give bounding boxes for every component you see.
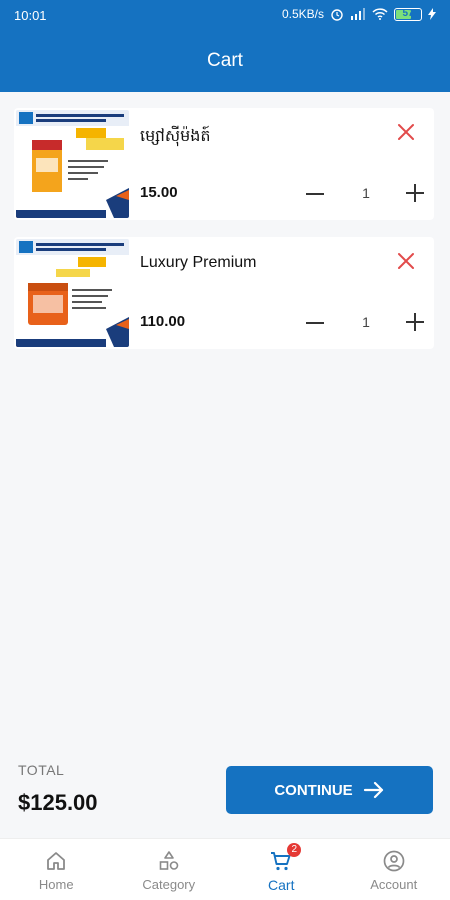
decrease-quantity-button[interactable] [304, 313, 326, 333]
account-icon [383, 850, 405, 872]
status-icons: 0.5KB/s 57 [282, 7, 436, 21]
wifi-icon [372, 8, 388, 20]
product-image[interactable] [16, 110, 129, 218]
nav-label-category: Category [142, 877, 196, 892]
close-icon [398, 253, 414, 269]
product-name: Luxury Premium [140, 254, 257, 271]
category-icon [159, 851, 179, 870]
minus-icon [306, 193, 324, 195]
minus-icon [306, 322, 324, 324]
nav-item-category[interactable]: Category [113, 839, 226, 900]
product-name: ម្សៅស៊ីម៉ងត៍ [140, 128, 211, 145]
decrease-quantity-button[interactable] [304, 184, 326, 204]
nav-label-home: Home [38, 877, 74, 892]
plus-icon [406, 184, 424, 202]
nav-label-account: Account [370, 877, 418, 892]
cart-item: Luxury Premium 110.00 1 [14, 237, 434, 349]
nav-item-cart[interactable]: 2 Cart [225, 839, 338, 900]
quantity-value: 1 [362, 185, 370, 201]
product-image[interactable] [16, 239, 129, 347]
nav-label-cart: Cart [268, 877, 295, 893]
page-title: Cart [207, 50, 243, 71]
product-image-paint [16, 239, 129, 347]
alarm-icon [331, 9, 343, 21]
nav-item-account[interactable]: Account [338, 839, 450, 900]
product-image-cement [16, 110, 129, 218]
app-bar: Cart [0, 30, 450, 92]
product-price: 15.00 [140, 184, 178, 201]
increase-quantity-button[interactable] [404, 182, 426, 204]
arrow-right-icon [363, 781, 383, 799]
bottom-navigation: Home Category 2 Cart Account [0, 838, 450, 900]
cart-count-badge: 2 [287, 843, 302, 857]
remove-item-button[interactable] [394, 120, 418, 144]
continue-label: CONTINUE [274, 781, 353, 799]
total-label: TOTAL [18, 762, 65, 778]
plus-icon [406, 313, 424, 331]
signal-icon [351, 8, 365, 20]
home-icon [47, 852, 66, 870]
nav-item-home[interactable]: Home [0, 839, 113, 900]
close-icon [398, 124, 414, 140]
quantity-value: 1 [362, 314, 370, 330]
continue-button[interactable]: CONTINUE [226, 766, 433, 814]
remove-item-button[interactable] [394, 249, 418, 273]
total-value: $125.00 [18, 790, 98, 815]
battery-icon: 57 [394, 7, 422, 21]
battery-level: 57 [402, 7, 414, 19]
product-price: 110.00 [140, 313, 186, 330]
status-bar: 10:01 0.5KB/s 57 [0, 0, 450, 30]
network-speed: 0.5KB/s [281, 7, 324, 21]
status-time: 10:01 [14, 8, 47, 23]
increase-quantity-button[interactable] [404, 311, 426, 333]
cart-icon-wrapper: 2 [269, 843, 302, 873]
cart-item: ម្សៅស៊ីម៉ងត៍ 15.00 1 [14, 108, 434, 220]
charging-icon [428, 8, 436, 20]
